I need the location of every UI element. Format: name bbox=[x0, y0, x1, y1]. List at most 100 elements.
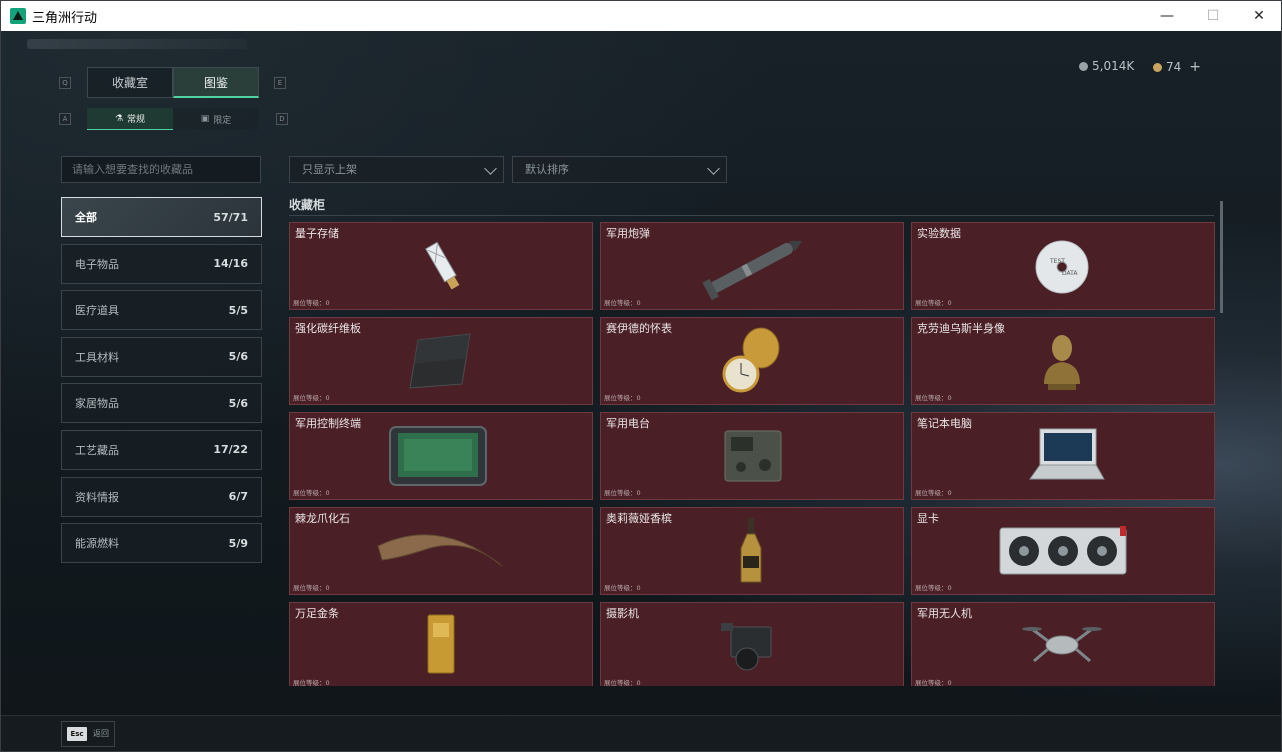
close-button[interactable]: ✕ bbox=[1236, 1, 1281, 31]
card-level: 展位等级：0 bbox=[293, 394, 330, 402]
gold-coin-icon bbox=[1153, 62, 1162, 72]
key-hint-d: D bbox=[276, 113, 288, 125]
category-label: 电子物品 bbox=[75, 257, 119, 271]
category-label: 工艺藏品 bbox=[75, 443, 119, 457]
collection-card[interactable]: 赛伊德的怀表 展位等级：0 bbox=[600, 317, 904, 405]
card-level: 展位等级：0 bbox=[604, 584, 641, 592]
category-count: 6/7 bbox=[228, 490, 248, 504]
card-level: 展位等级：0 bbox=[293, 299, 330, 307]
tab-collection-room[interactable]: 收藏室 bbox=[87, 67, 173, 98]
gpu-icon bbox=[999, 526, 1127, 575]
gold-currency: 74 + bbox=[1153, 59, 1201, 75]
shelf-filter-dropdown[interactable]: 只显示上架 bbox=[289, 156, 504, 183]
card-name: 赛伊德的怀表 bbox=[606, 322, 672, 335]
card-name: 克劳迪乌斯半身像 bbox=[917, 322, 1005, 335]
category-count: 5/9 bbox=[228, 536, 248, 550]
collection-card[interactable]: 笔记本电脑 展位等级：0 bbox=[911, 412, 1215, 500]
key-hint-q: Q bbox=[59, 77, 71, 89]
category-count: 14/16 bbox=[213, 257, 248, 271]
card-level: 展位等级：0 bbox=[293, 489, 330, 497]
card-name: 军用控制终端 bbox=[295, 417, 361, 430]
collection-card[interactable]: 量子存储 展位等级：0 bbox=[289, 222, 593, 310]
section-title: 收藏柜 bbox=[289, 198, 326, 212]
collection-card[interactable]: 显卡 展位等级：0 bbox=[911, 507, 1215, 595]
category-count: 5/5 bbox=[228, 303, 248, 317]
collection-card[interactable]: 军用无人机 展位等级：0 bbox=[911, 602, 1215, 686]
card-name: 军用无人机 bbox=[917, 607, 972, 620]
collection-card[interactable]: 奥莉薇娅香槟 展位等级：0 bbox=[600, 507, 904, 595]
category-label: 全部 bbox=[75, 211, 97, 224]
card-level: 展位等级：0 bbox=[915, 489, 952, 497]
title-bar: 三角洲行动 — ☐ ✕ bbox=[1, 1, 1281, 31]
collection-card[interactable]: 强化碳纤维板 展位等级：0 bbox=[289, 317, 593, 405]
gold-amount: 74 bbox=[1166, 60, 1182, 74]
tab-limited[interactable]: ▣ 限定 bbox=[173, 108, 259, 130]
collection-card[interactable]: 军用控制终端 展位等级：0 bbox=[289, 412, 593, 500]
sub-tabs: ⚗ 常规 ▣ 限定 bbox=[87, 108, 259, 130]
bottom-bar bbox=[1, 715, 1281, 751]
sort-value: 默认排序 bbox=[525, 163, 569, 176]
card-name: 军用电台 bbox=[606, 417, 650, 430]
svg-text:TEST: TEST bbox=[1049, 258, 1065, 265]
collection-card[interactable]: 军用炮弹 展位等级：0 bbox=[600, 222, 904, 310]
key-hint-e: E bbox=[274, 77, 286, 89]
category-label: 工具材料 bbox=[75, 350, 119, 364]
card-level: 展位等级：0 bbox=[915, 584, 952, 592]
category-energy[interactable]: 能源燃料 5/9 bbox=[61, 523, 262, 564]
top-tabs: 收藏室 图鉴 bbox=[87, 67, 259, 98]
add-currency-button[interactable]: + bbox=[1189, 59, 1201, 75]
svg-text:DATA: DATA bbox=[1062, 270, 1078, 277]
tab-limited-label: 限定 bbox=[213, 115, 232, 126]
collection-card[interactable]: 万足金条 展位等级：0 bbox=[289, 602, 593, 686]
card-name: 棘龙爪化石 bbox=[295, 512, 350, 525]
window-title: 三角洲行动 bbox=[32, 10, 98, 26]
card-level: 展位等级：0 bbox=[915, 394, 952, 402]
collection-card[interactable]: 棘龙爪化石 展位等级：0 bbox=[289, 507, 593, 595]
category-label: 医疗道具 bbox=[75, 304, 119, 318]
category-crafts[interactable]: 工艺藏品 17/22 bbox=[61, 429, 262, 470]
collection-card[interactable]: 摄影机 展位等级：0 bbox=[600, 602, 904, 686]
maximize-button[interactable]: ☐ bbox=[1190, 1, 1236, 31]
category-intel[interactable]: 资料情报 6/7 bbox=[61, 476, 262, 517]
category-label: 家居物品 bbox=[75, 397, 119, 411]
back-label: 返回 bbox=[93, 729, 109, 738]
shelf-filter-value: 只显示上架 bbox=[302, 163, 357, 176]
chevron-down-icon bbox=[707, 162, 720, 175]
collection-grid: 量子存储 展位等级：0 军用炮弹 展位等级：0 TEST DATA 实验数据 展… bbox=[289, 222, 1215, 686]
card-name: 奥莉薇娅香槟 bbox=[606, 512, 672, 525]
category-label: 资料情报 bbox=[75, 490, 119, 504]
category-household[interactable]: 家居物品 5/6 bbox=[61, 383, 262, 424]
card-level: 展位等级：0 bbox=[604, 489, 641, 497]
card-level: 展位等级：0 bbox=[293, 679, 330, 686]
category-count: 17/22 bbox=[213, 443, 248, 457]
box-icon: ▣ bbox=[200, 114, 210, 124]
category-tools[interactable]: 工具材料 5/6 bbox=[61, 336, 262, 377]
category-medical[interactable]: 医疗道具 5/5 bbox=[61, 290, 262, 331]
category-count: 5/6 bbox=[228, 396, 248, 410]
collection-card[interactable]: 克劳迪乌斯半身像 展位等级：0 bbox=[911, 317, 1215, 405]
collection-card[interactable]: TEST DATA 实验数据 展位等级：0 bbox=[911, 222, 1215, 310]
tab-catalog[interactable]: 图鉴 bbox=[173, 67, 259, 98]
collection-card[interactable]: 军用电台 展位等级：0 bbox=[600, 412, 904, 500]
game-screen: 5,014K 74 + Q E A D 收藏室 图鉴 ⚗ 常规 ▣ 限定 请输入… bbox=[1, 31, 1281, 751]
tab-regular[interactable]: ⚗ 常规 bbox=[87, 108, 173, 130]
search-input[interactable]: 请输入想要查找的收藏品 bbox=[61, 156, 261, 183]
card-name: 笔记本电脑 bbox=[917, 417, 972, 430]
grid-scrollbar[interactable] bbox=[1220, 201, 1223, 313]
chevron-down-icon bbox=[484, 162, 497, 175]
category-count: 57/71 bbox=[213, 210, 248, 224]
card-level: 展位等级：0 bbox=[604, 394, 641, 402]
minimize-button[interactable]: — bbox=[1144, 1, 1190, 31]
category-all[interactable]: 全部 57/71 bbox=[61, 197, 262, 237]
card-name: 量子存储 bbox=[295, 227, 339, 240]
card-name: 强化碳纤维板 bbox=[295, 322, 361, 335]
card-name: 显卡 bbox=[917, 512, 939, 525]
sort-dropdown[interactable]: 默认排序 bbox=[512, 156, 727, 183]
card-name: 万足金条 bbox=[295, 607, 339, 620]
card-level: 展位等级：0 bbox=[293, 584, 330, 592]
category-electronics[interactable]: 电子物品 14/16 bbox=[61, 243, 262, 284]
category-label: 能源燃料 bbox=[75, 537, 119, 551]
tab-regular-label: 常规 bbox=[127, 115, 146, 125]
card-level: 展位等级：0 bbox=[604, 299, 641, 307]
key-hint-a: A bbox=[59, 113, 71, 125]
